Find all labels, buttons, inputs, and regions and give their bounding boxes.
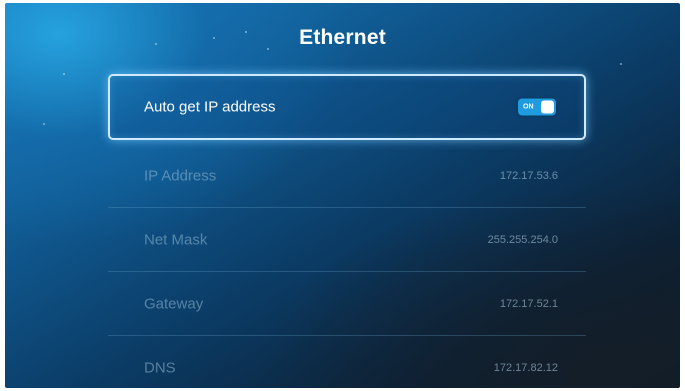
auto-ip-toggle[interactable]: ON <box>518 98 556 116</box>
background-star <box>63 73 65 75</box>
net-mask-value: 255.255.254.0 <box>487 233 558 246</box>
net-mask-label: Net Mask <box>144 231 208 248</box>
toggle-state-label: ON <box>523 103 534 111</box>
dns-label: DNS <box>144 359 176 377</box>
auto-ip-label: Auto get IP address <box>144 98 276 116</box>
page-title: Ethernet <box>299 26 386 49</box>
ip-address-value: 172.17.53.6 <box>499 169 558 182</box>
net-mask-row[interactable]: Net Mask 255.255.254.0 <box>108 208 586 272</box>
toggle-knob <box>541 100 554 114</box>
background-star <box>620 63 622 65</box>
gateway-label: Gateway <box>144 295 204 312</box>
auto-ip-row[interactable]: Auto get IP address ON <box>108 74 586 140</box>
ethernet-settings-list: Auto get IP address ON IP Address 172.17… <box>108 74 586 388</box>
ethernet-settings-screen: Ethernet Auto get IP address ON IP Addre… <box>5 3 680 388</box>
dns-value: 172.17.82.12 <box>493 362 558 374</box>
background-star <box>43 123 45 125</box>
dns-row[interactable]: DNS 172.17.82.12 <box>108 336 586 388</box>
ip-address-row[interactable]: IP Address 172.17.53.6 <box>108 144 586 208</box>
gateway-value: 172.17.52.1 <box>499 297 558 310</box>
gateway-row[interactable]: Gateway 172.17.52.1 <box>108 272 586 336</box>
ip-address-label: IP Address <box>144 167 217 184</box>
